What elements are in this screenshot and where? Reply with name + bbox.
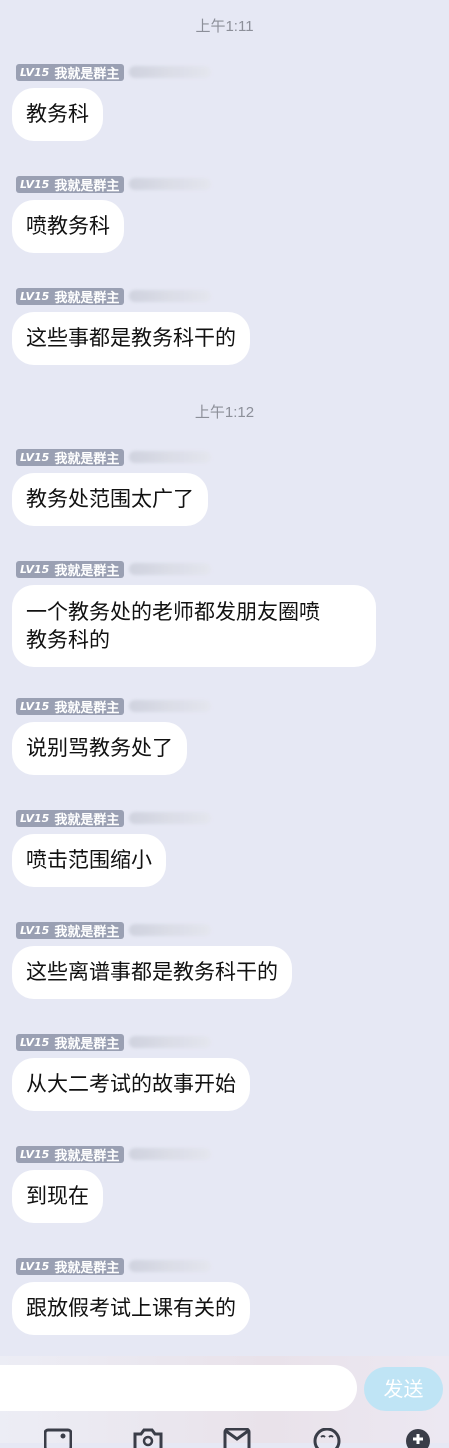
sender-title: 我就是群主: [54, 66, 120, 82]
group-owner-badge: LV15 我就是群主: [16, 697, 125, 716]
message-bubble[interactable]: 说别骂教务处了: [12, 722, 187, 775]
group-owner-badge: LV15 我就是群主: [16, 287, 125, 306]
sender-info[interactable]: LV15 我就是群主: [16, 1257, 212, 1276]
sender-info[interactable]: LV15 我就是群主: [16, 1145, 212, 1164]
level-tag: LV15: [20, 1035, 50, 1049]
blurred-nickname: [129, 700, 212, 712]
message-line: 一个教务处的老师都发朋友圈喷: [26, 600, 320, 624]
message-bubble[interactable]: 一个教务处的老师都发朋友圈喷 教务科的: [12, 585, 376, 667]
level-tag: LV15: [20, 1259, 50, 1273]
group-owner-badge: LV15 我就是群主: [16, 921, 125, 940]
group-owner-badge: LV15 我就是群主: [16, 175, 125, 194]
level-tag: LV15: [20, 699, 50, 713]
sender-info[interactable]: LV15 我就是群主: [16, 448, 212, 467]
send-button[interactable]: 发送: [364, 1367, 443, 1411]
sender-info[interactable]: LV15 我就是群主: [16, 697, 212, 716]
sender-info[interactable]: LV15 我就是群主: [16, 175, 212, 194]
image-icon[interactable]: [44, 1428, 72, 1448]
level-tag: LV15: [20, 177, 50, 191]
sender-title: 我就是群主: [54, 812, 120, 828]
level-tag: LV15: [20, 562, 50, 576]
message-input[interactable]: [0, 1365, 357, 1411]
toolbar: [0, 1426, 449, 1448]
group-owner-badge: LV15 我就是群主: [16, 448, 125, 467]
group-owner-badge: LV15 我就是群主: [16, 1145, 125, 1164]
sender-title: 我就是群主: [54, 924, 120, 940]
group-owner-badge: LV15 我就是群主: [16, 1033, 125, 1052]
sender-title: 我就是群主: [54, 563, 120, 579]
group-owner-badge: LV15 我就是群主: [16, 63, 125, 82]
message-bubble[interactable]: 教务科: [12, 88, 103, 141]
level-tag: LV15: [20, 65, 50, 79]
group-owner-badge: LV15 我就是群主: [16, 560, 125, 579]
input-bar: 发送: [0, 1356, 449, 1448]
group-owner-badge: LV15 我就是群主: [16, 809, 125, 828]
message-bubble[interactable]: 从大二考试的故事开始: [12, 1058, 250, 1111]
message-bubble[interactable]: 喷教务科: [12, 200, 124, 253]
camera-icon[interactable]: [133, 1428, 163, 1448]
emoji-icon[interactable]: [313, 1428, 341, 1448]
sender-title: 我就是群主: [54, 178, 120, 194]
message-line: 教务科的: [26, 628, 110, 652]
level-tag: LV15: [20, 923, 50, 937]
blurred-nickname: [129, 451, 212, 463]
sender-info[interactable]: LV15 我就是群主: [16, 921, 212, 940]
sender-info[interactable]: LV15 我就是群主: [16, 560, 212, 579]
sender-title: 我就是群主: [54, 1148, 120, 1164]
blurred-nickname: [129, 924, 212, 936]
blurred-nickname: [129, 1036, 212, 1048]
sender-title: 我就是群主: [54, 700, 120, 716]
timestamp: 上午1:11: [195, 18, 254, 35]
message-bubble[interactable]: 跟放假考试上课有关的: [12, 1282, 250, 1335]
chat-area[interactable]: 上午1:11 LV15 我就是群主 教务科 LV15 我就是群主 喷教务科 LV15…: [0, 0, 449, 1356]
blurred-nickname: [129, 812, 212, 824]
timestamp: 上午1:12: [194, 404, 255, 421]
level-tag: LV15: [20, 1147, 50, 1161]
plus-icon[interactable]: [404, 1428, 432, 1448]
sender-title: 我就是群主: [54, 451, 120, 467]
red-packet-icon[interactable]: [223, 1428, 251, 1448]
message-bubble[interactable]: 教务处范围太广了: [12, 473, 208, 526]
message-bubble[interactable]: 到现在: [12, 1170, 103, 1223]
message-bubble[interactable]: 这些事都是教务科干的: [12, 312, 250, 365]
sender-info[interactable]: LV15 我就是群主: [16, 809, 212, 828]
blurred-nickname: [129, 563, 212, 575]
group-owner-badge: LV15 我就是群主: [16, 1257, 125, 1276]
sender-info[interactable]: LV15 我就是群主: [16, 63, 212, 82]
message-bubble[interactable]: 这些离谱事都是教务科干的: [12, 946, 292, 999]
sender-title: 我就是群主: [54, 1036, 120, 1052]
sender-title: 我就是群主: [54, 1260, 120, 1276]
level-tag: LV15: [20, 289, 50, 303]
blurred-nickname: [129, 1260, 212, 1272]
level-tag: LV15: [20, 450, 50, 464]
blurred-nickname: [129, 178, 212, 190]
sender-title: 我就是群主: [54, 290, 120, 306]
sender-info[interactable]: LV15 我就是群主: [16, 287, 212, 306]
message-bubble[interactable]: 喷击范围缩小: [12, 834, 166, 887]
sender-info[interactable]: LV15 我就是群主: [16, 1033, 212, 1052]
blurred-nickname: [129, 290, 212, 302]
level-tag: LV15: [20, 811, 50, 825]
blurred-nickname: [129, 1148, 212, 1160]
blurred-nickname: [129, 66, 212, 78]
